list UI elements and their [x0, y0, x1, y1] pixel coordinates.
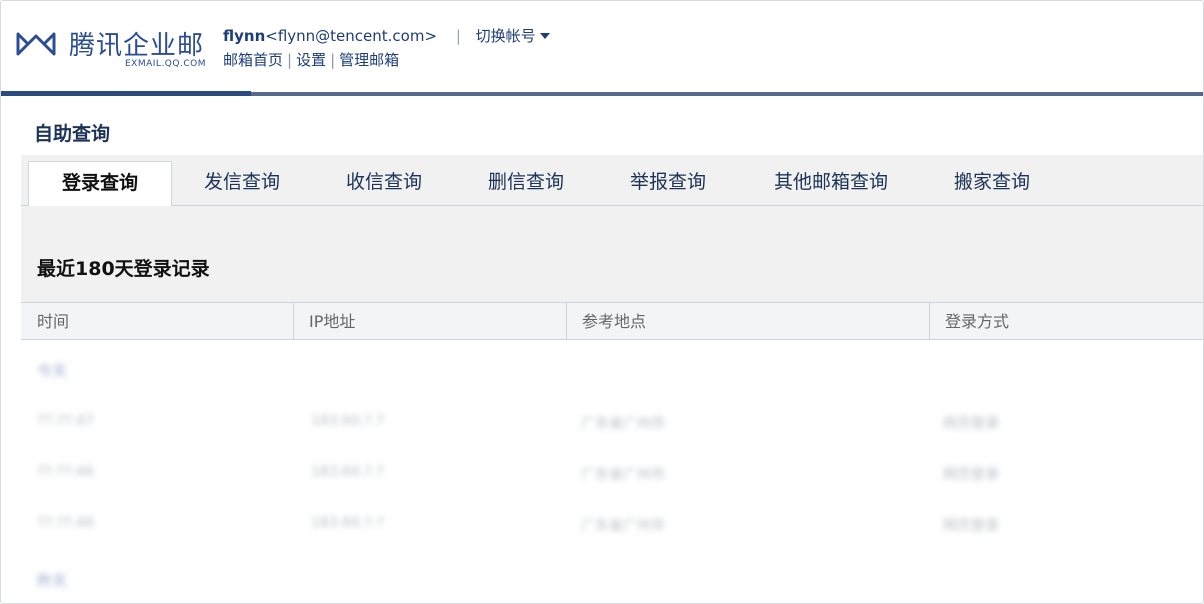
column-header-location: 参考地点 [582, 312, 647, 331]
header-divider [1, 91, 251, 96]
nav-separator: | [287, 51, 293, 69]
cell-ip: 183.60.?.? [311, 515, 384, 531]
tab-delete-query[interactable]: 删信查询 [465, 155, 587, 205]
tab-send-query[interactable]: 发信查询 [181, 155, 303, 205]
cell-time: ??:??:46 [37, 515, 94, 531]
tab-other-mailbox-query[interactable]: 其他邮箱查询 [749, 155, 913, 205]
top-nav: 邮箱首页 | 设置 | 管理邮箱 [223, 49, 399, 70]
settings-link[interactable]: 设置 [296, 51, 326, 69]
manage-mailbox-link[interactable]: 管理邮箱 [339, 51, 399, 69]
nav-separator: | [330, 51, 336, 69]
tab-receive-query[interactable]: 收信查询 [323, 155, 445, 205]
exmail-logo-icon [16, 32, 56, 56]
header: 腾讯企业邮 EXMAIL.QQ.COM flynn<flynn@tencent.… [1, 1, 1203, 93]
tab-login-query[interactable]: 登录查询 [28, 161, 172, 207]
account-info: flynn<flynn@tencent.com> | 切换帐号 [223, 25, 550, 46]
tab-migration-query[interactable]: 搬家查询 [931, 155, 1053, 205]
column-divider [293, 303, 294, 339]
column-header-login-method: 登录方式 [945, 312, 1010, 331]
query-panel: 最近180天登录记录 [21, 206, 1203, 302]
mailbox-home-link[interactable]: 邮箱首页 [223, 51, 283, 69]
cell-login-method: 网页登录 [943, 467, 999, 483]
caret-down-icon [539, 33, 550, 39]
date-group-label: 昨天 [37, 572, 68, 590]
header-divider-rest [251, 92, 1203, 96]
account-email: <flynn@tencent.com> [265, 27, 438, 45]
table-row: ??:??:46 183.60.?.? 广东省广州市 网页登录 [21, 464, 1203, 514]
brand-name: 腾讯企业邮 [69, 31, 205, 61]
column-divider [566, 303, 567, 339]
query-tabs: 登录查询 发信查询 收信查询 删信查询 举报查询 其他邮箱查询 搬家查询 [21, 155, 1203, 207]
column-divider [929, 303, 930, 339]
switch-account-label: 切换帐号 [475, 27, 536, 45]
cell-time: ??:??:46 [37, 464, 94, 480]
cell-ip: 183.60.?.? [311, 464, 384, 480]
cell-time: ??:??:47 [37, 413, 94, 429]
cell-location: 广东省广州市 [581, 416, 665, 432]
table-row: ??:??:46 183.60.?.? 广东省广州市 网页登录 [21, 515, 1203, 565]
table-row: ??:??:47 183.60.?.? 广东省广州市 网页登录 [21, 413, 1203, 463]
table-header: 时间 IP地址 参考地点 登录方式 [21, 302, 1203, 340]
switch-account-button[interactable]: 切换帐号 [476, 27, 550, 45]
section-title: 最近180天登录记录 [37, 258, 210, 280]
cell-login-method: 网页登录 [943, 416, 999, 432]
cell-location: 广东省广州市 [581, 467, 665, 483]
tab-report-query[interactable]: 举报查询 [607, 155, 729, 205]
account-separator: | [455, 27, 461, 45]
cell-location: 广东省广州市 [581, 518, 665, 534]
date-group-label: 今天 [37, 362, 68, 380]
cell-login-method: 网页登录 [943, 518, 999, 534]
brand-domain: EXMAIL.QQ.COM [125, 59, 206, 69]
cell-ip: 183.60.?.? [311, 413, 384, 429]
column-header-ip: IP地址 [309, 312, 356, 331]
column-header-time: 时间 [37, 312, 70, 331]
mail-window: 腾讯企业邮 EXMAIL.QQ.COM flynn<flynn@tencent.… [0, 0, 1204, 604]
account-username: flynn [223, 27, 266, 45]
page-title: 自助查询 [34, 123, 111, 145]
